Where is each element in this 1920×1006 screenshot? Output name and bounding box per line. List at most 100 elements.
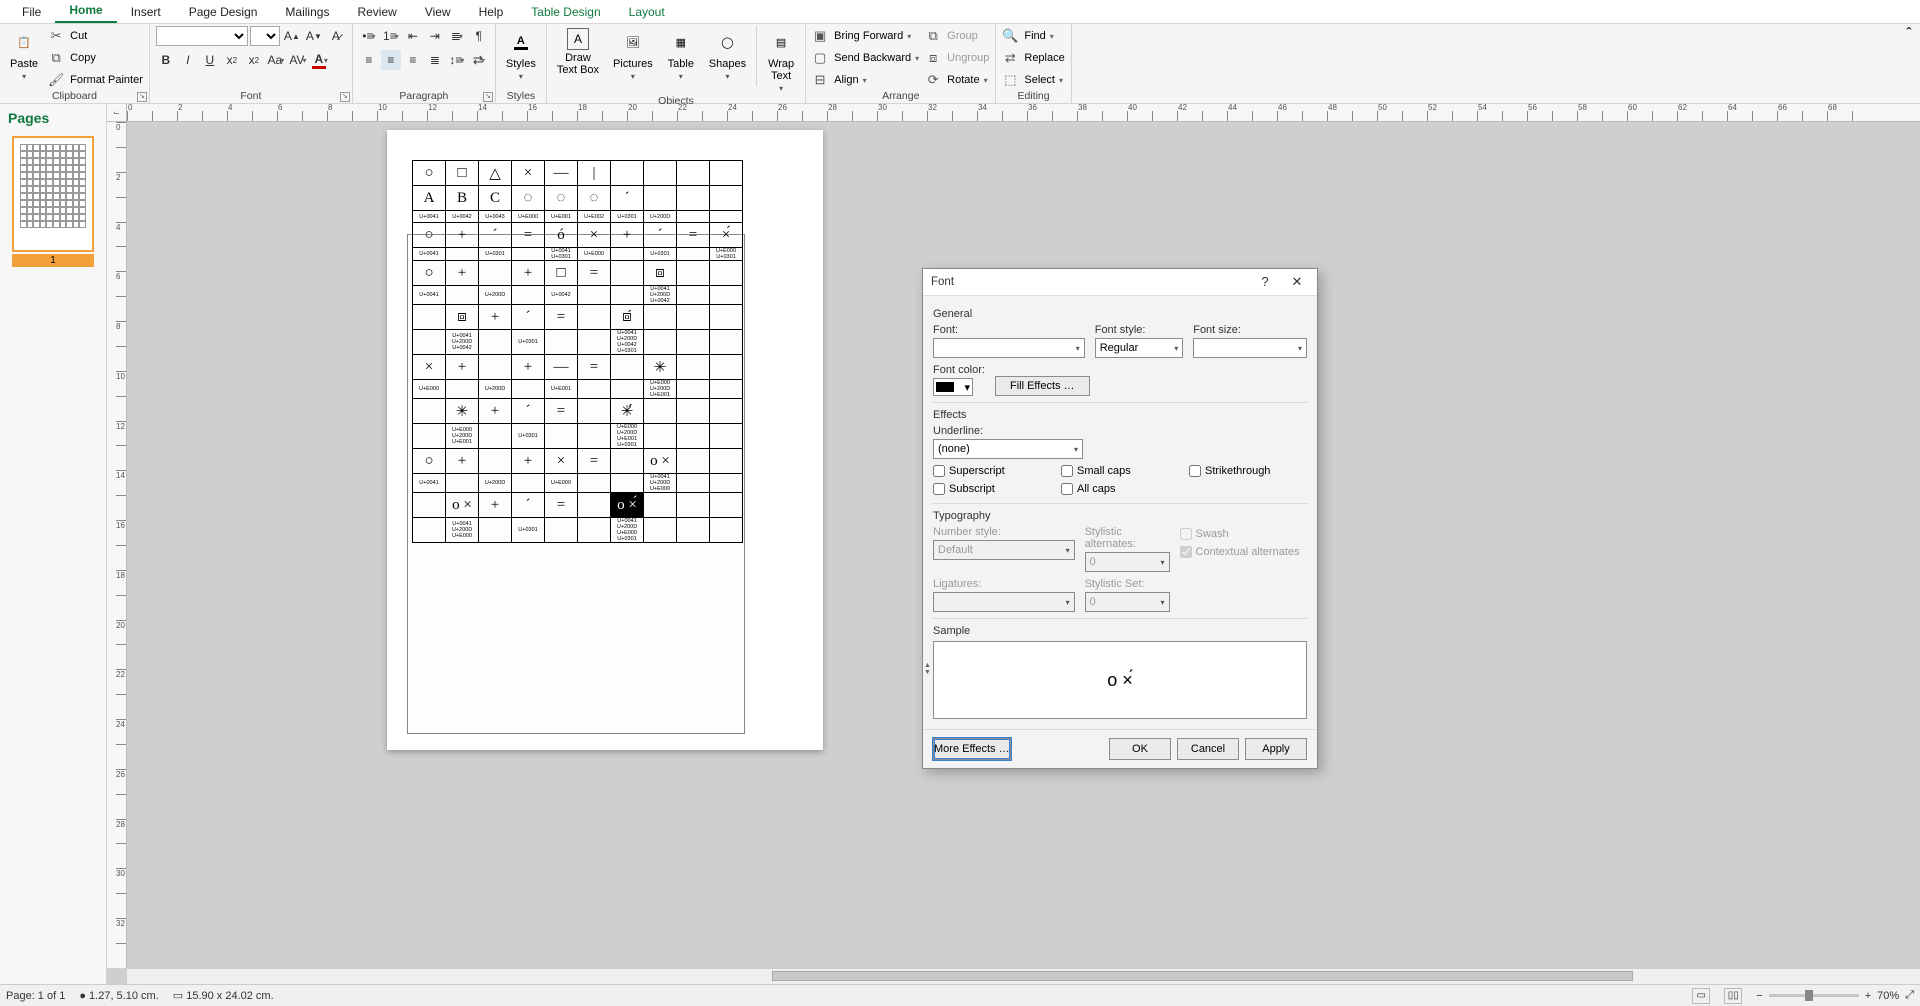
view-spread-button[interactable]: ▯▯	[1724, 988, 1742, 1004]
italic-button[interactable]: I	[178, 50, 198, 70]
font-color-button[interactable]: A▾	[310, 50, 330, 70]
document-table[interactable]: ○□△×—|ABC◌◌◌´U+0041U+0042U+0043U+E000U+E…	[412, 160, 743, 543]
canvas: ⌙ 02468101214161820222426283032343638404…	[107, 104, 1920, 984]
allcaps-checkbox[interactable]: All caps	[1061, 483, 1179, 495]
send-backward-button[interactable]: ▢Send Backward▾	[812, 48, 919, 68]
superscript-checkbox[interactable]: Superscript	[933, 465, 1051, 477]
rotate-button[interactable]: ⟳Rotate▾	[925, 70, 989, 90]
grow-font-button[interactable]: A▲	[282, 26, 302, 46]
status-page[interactable]: Page: 1 of 1	[6, 990, 65, 1002]
zoom-in-button[interactable]: +	[1865, 990, 1871, 1002]
align-right-button[interactable]: ≡	[403, 50, 423, 70]
tab-layout[interactable]: Layout	[615, 1, 679, 23]
group-button[interactable]: ⧉Group	[925, 26, 989, 46]
styalt-label: Stylistic alternates:	[1085, 526, 1170, 550]
superscript-button[interactable]: x2	[244, 50, 264, 70]
font-name-input[interactable]: ▾	[933, 338, 1085, 358]
page[interactable]: ○□△×—|ABC◌◌◌´U+0041U+0042U+0043U+E000U+E…	[387, 130, 823, 750]
wrap-text-button[interactable]: ▤Wrap Text▾	[763, 26, 799, 95]
group-label: Editing	[1002, 90, 1064, 104]
font-name-select[interactable]	[156, 26, 248, 46]
align-icon: ⊟	[812, 72, 828, 88]
draw-textbox-button[interactable]: ADraw Text Box	[553, 26, 603, 78]
underline-input[interactable]: (none)▾	[933, 439, 1083, 459]
align-button[interactable]: ⊟Align▾	[812, 70, 919, 90]
font-color-picker[interactable]: ▾	[933, 378, 973, 396]
clear-formatting-button[interactable]: A̷	[326, 26, 346, 46]
ok-button[interactable]: OK	[1109, 738, 1171, 760]
page-thumbnail[interactable]	[12, 136, 94, 252]
pilcrow-button[interactable]: ¶	[469, 26, 489, 46]
align-left-button[interactable]: ≡	[359, 50, 379, 70]
change-case-button[interactable]: Aa▾	[266, 50, 286, 70]
dec-indent-button[interactable]: ⇤	[403, 26, 423, 46]
inc-indent-button[interactable]: ⇥	[425, 26, 445, 46]
tab-mailings[interactable]: Mailings	[271, 1, 343, 23]
strikethrough-checkbox[interactable]: Strikethrough	[1189, 465, 1307, 477]
bring-forward-button[interactable]: ▣Bring Forward▾	[812, 26, 919, 46]
zoom-value[interactable]: 70%	[1877, 990, 1899, 1002]
horizontal-ruler[interactable]: 0246810121416182022242628303234363840424…	[127, 104, 1920, 122]
pages-title: Pages	[0, 104, 106, 132]
tab-review[interactable]: Review	[343, 1, 410, 23]
underline-button[interactable]: U	[200, 50, 220, 70]
tab-pagedesign[interactable]: Page Design	[175, 1, 272, 23]
text-direction-button[interactable]: ⇄▾	[469, 50, 489, 70]
dialog-help-button[interactable]: ?	[1253, 274, 1277, 290]
subscript-checkbox[interactable]: Subscript	[933, 483, 1051, 495]
char-spacing-button[interactable]: AV▾	[288, 50, 308, 70]
subscript-button[interactable]: x2	[222, 50, 242, 70]
collapse-ribbon-button[interactable]: ˆ	[1898, 24, 1920, 103]
smallcaps-checkbox[interactable]: Small caps	[1061, 465, 1179, 477]
numbering-button[interactable]: 1≡▾	[381, 26, 401, 46]
align-center-button[interactable]: ≡	[381, 50, 401, 70]
zoom-out-button[interactable]: −	[1756, 990, 1762, 1002]
vertical-ruler[interactable]: 02468101214161820222426283032	[107, 122, 127, 968]
cut-button[interactable]: ✂Cut	[48, 26, 143, 46]
ligatures-input: ▾	[933, 592, 1075, 612]
columns-button[interactable]: ≣▾	[447, 26, 467, 46]
find-button[interactable]: 🔍Find▾	[1002, 26, 1064, 46]
view-single-button[interactable]: ▭	[1692, 988, 1710, 1004]
font-style-input[interactable]: Regular▾	[1095, 338, 1184, 358]
paste-button[interactable]: 📋 Paste ▾	[6, 26, 42, 83]
tab-help[interactable]: Help	[465, 1, 518, 23]
tab-insert[interactable]: Insert	[117, 1, 175, 23]
dialog-close-button[interactable]: ✕	[1285, 274, 1309, 290]
align-justify-button[interactable]: ≣	[425, 50, 445, 70]
tab-view[interactable]: View	[411, 1, 465, 23]
bullets-button[interactable]: •≡▾	[359, 26, 379, 46]
paragraph-launcher[interactable]: ↘	[483, 92, 493, 102]
tab-file[interactable]: File	[8, 1, 55, 23]
shrink-font-button[interactable]: A▼	[304, 26, 324, 46]
pictures-button[interactable]: 🖼Pictures▾	[609, 26, 657, 83]
ruler-corner[interactable]: ⌙	[107, 104, 127, 122]
zoom-slider[interactable]	[1769, 994, 1859, 997]
shapes-button[interactable]: ◯Shapes▾	[705, 26, 750, 83]
copy-button[interactable]: ⧉Copy	[48, 48, 143, 68]
swash-checkbox: Swash	[1180, 528, 1307, 540]
clipboard-launcher[interactable]: ↘	[137, 92, 147, 102]
format-painter-button[interactable]: 🖌Format Painter	[48, 70, 143, 90]
font-size-select[interactable]	[250, 26, 280, 46]
bold-button[interactable]: B	[156, 50, 176, 70]
ungroup-button[interactable]: ⧈Ungroup	[925, 48, 989, 68]
cancel-button[interactable]: Cancel	[1177, 738, 1239, 760]
zoom-fit-button[interactable]: ⤢	[1905, 989, 1914, 1002]
select-button[interactable]: ⬚Select▾	[1002, 70, 1064, 90]
apply-button[interactable]: Apply	[1245, 738, 1307, 760]
horizontal-scrollbar[interactable]	[127, 968, 1920, 984]
sample-spinner[interactable]: ▲▼	[924, 662, 931, 676]
replace-button[interactable]: ⇄Replace	[1002, 48, 1064, 68]
group-font: A▲ A▼ A̷ B I U x2 x2 Aa▾ AV▾ A▾ Font ↘	[150, 24, 353, 104]
font-size-input[interactable]: ▾	[1193, 338, 1307, 358]
fontstyle-label: Font style:	[1095, 324, 1184, 336]
more-effects-button[interactable]: More Effects …	[933, 738, 1011, 760]
styles-button[interactable]: A Styles ▾	[502, 26, 540, 83]
font-launcher[interactable]: ↘	[340, 92, 350, 102]
tab-home[interactable]: Home	[55, 0, 116, 23]
tab-tabledesign[interactable]: Table Design	[517, 1, 614, 23]
line-spacing-button[interactable]: ↕≡▾	[447, 50, 467, 70]
fill-effects-button[interactable]: Fill Effects …	[995, 376, 1090, 396]
table-button[interactable]: ▦Table▾	[663, 26, 699, 83]
